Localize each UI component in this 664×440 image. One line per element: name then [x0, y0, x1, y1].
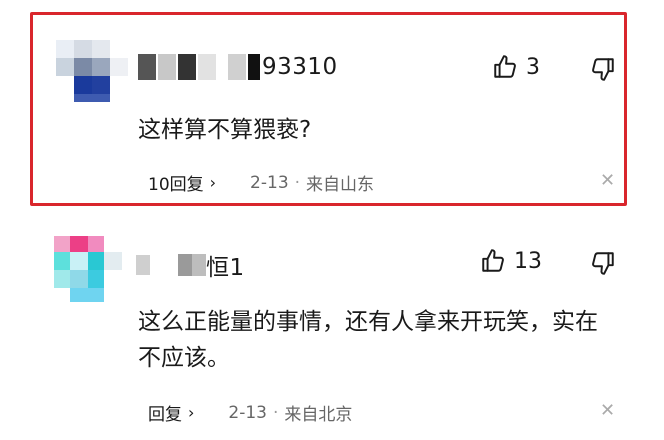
avatar[interactable]	[56, 40, 128, 112]
username[interactable]: 恒1	[136, 248, 245, 282]
comment-meta: 10回复 › 2-13 · 来自山东	[148, 170, 375, 196]
username-text: 93310	[262, 54, 338, 80]
like-count: 13	[514, 248, 542, 274]
thumbs-down-icon	[592, 252, 614, 275]
thumbs-up-icon	[482, 249, 504, 272]
comment-text: 这样算不算猥亵?	[138, 117, 312, 143]
mosaic-block	[158, 54, 176, 80]
mosaic-block	[248, 54, 260, 80]
comment-item-2: 恒1 13 这么正能量的事情，还有人拿来开玩笑，实在不应该。 回复 › 2-13…	[0, 218, 664, 440]
mosaic-block	[198, 54, 216, 80]
chevron-right-icon: ›	[209, 173, 217, 192]
mosaic-block	[178, 54, 196, 80]
close-icon[interactable]: ✕	[600, 170, 615, 191]
mosaic-block	[178, 254, 192, 276]
comment-item-1: 93310 3 这样算不算猥亵? 10回复 › 2-13 · 来自山东 ✕	[0, 0, 664, 214]
thumbs-down-icon	[592, 58, 614, 81]
like-count: 3	[526, 54, 540, 80]
like-button[interactable]: 3	[492, 54, 540, 80]
reply-button[interactable]: 回复 ›	[148, 400, 194, 425]
replies-label: 10回复	[148, 175, 204, 195]
avatar[interactable]	[54, 236, 126, 308]
comment-date: 2-13	[228, 402, 267, 423]
chevron-right-icon: ›	[188, 403, 195, 422]
reply-label: 回复	[148, 405, 182, 425]
close-icon[interactable]: ✕	[600, 400, 615, 421]
comment-location: 来自北京	[284, 405, 353, 425]
comment-date: 2-13	[250, 172, 289, 193]
separator-dot: ·	[273, 402, 279, 423]
mosaic-block	[228, 54, 246, 80]
thumbs-up-icon	[494, 55, 516, 78]
dislike-button[interactable]	[590, 250, 616, 280]
comment-location: 来自山东	[306, 175, 375, 195]
comment-meta: 回复 › 2-13 · 来自北京	[148, 400, 353, 426]
mosaic-block	[138, 54, 156, 80]
separator-dot: ·	[294, 172, 301, 193]
username[interactable]: 93310	[138, 54, 338, 80]
username-text: 恒1	[206, 255, 245, 281]
mosaic-block	[192, 254, 206, 276]
replies-button[interactable]: 10回复 ›	[148, 170, 216, 195]
like-button[interactable]: 13	[480, 248, 542, 274]
comment-text: 这么正能量的事情，还有人拿来开玩笑，实在不应该。	[138, 309, 598, 371]
dislike-button[interactable]	[590, 56, 616, 86]
mosaic-block	[136, 255, 150, 275]
